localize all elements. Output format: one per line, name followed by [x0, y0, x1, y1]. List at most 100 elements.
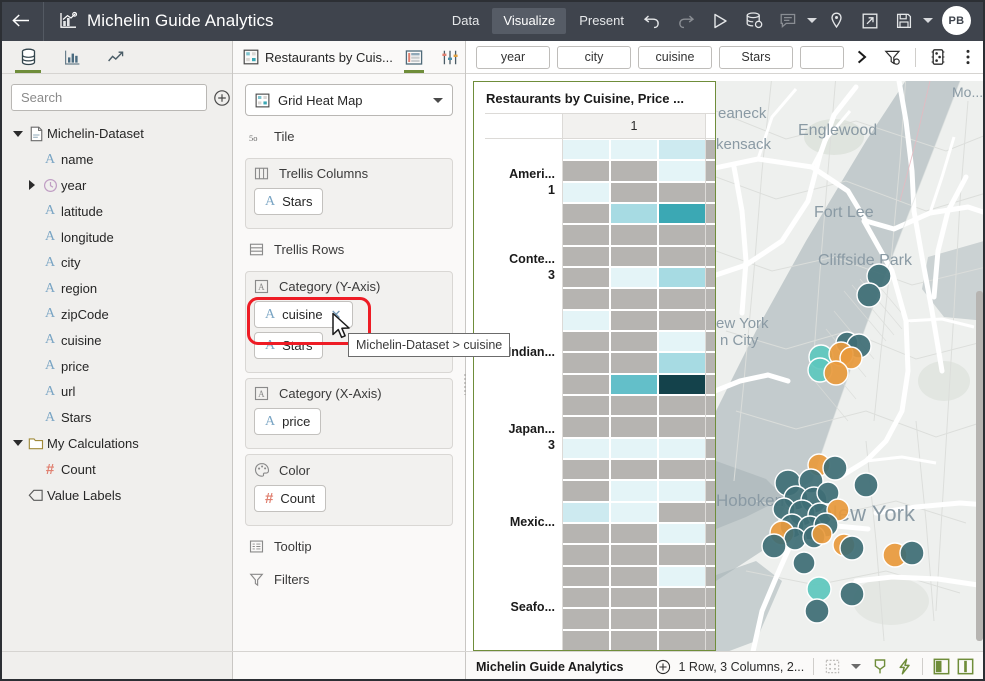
flash-button[interactable]: [892, 654, 916, 680]
menu-item-visualize[interactable]: Visualize: [492, 8, 566, 34]
heatmap-cell[interactable]: [611, 353, 657, 372]
add-page-button[interactable]: [652, 659, 674, 675]
heatmap-cell[interactable]: [563, 567, 609, 586]
heatmap-cell[interactable]: [563, 332, 609, 351]
heatmap-cell[interactable]: [611, 545, 657, 564]
map-tile[interactable]: Mo...eaneckEnglewoodkensackFort LeeCliff…: [716, 81, 985, 651]
clear-filters-button[interactable]: [881, 43, 904, 71]
heatmap-cell[interactable]: [611, 396, 657, 415]
comment-button[interactable]: [771, 5, 805, 37]
tree-item-latitude[interactable]: Alatitude: [1, 198, 232, 224]
heatmap-cell[interactable]: [659, 588, 705, 607]
shelf-pill-price[interactable]: Aprice: [254, 408, 321, 435]
back-button[interactable]: [0, 0, 44, 41]
heatmap-cell[interactable]: [611, 503, 657, 522]
heatmap-cell[interactable]: [659, 503, 705, 522]
tree-item-value-labels[interactable]: Value Labels: [1, 482, 232, 508]
heatmap-cell[interactable]: [611, 588, 657, 607]
tree-item-my-calculations[interactable]: My Calculations: [1, 431, 232, 457]
heatmap-cell[interactable]: [563, 311, 609, 330]
data-refresh-button[interactable]: [737, 5, 771, 37]
tree-item-price[interactable]: Aprice: [1, 353, 232, 379]
heatmap-cell[interactable]: [611, 225, 657, 244]
tree-item-stars[interactable]: AStars: [1, 405, 232, 431]
shelf-category-x-axis[interactable]: ACategory (X-Axis)Aprice: [245, 378, 453, 449]
map-data-point[interactable]: [762, 534, 786, 558]
chevron-down-icon[interactable]: [433, 98, 443, 103]
heatmap-cell[interactable]: [659, 524, 705, 543]
heatmap-grid[interactable]: [563, 139, 705, 650]
bookmark-button[interactable]: [819, 5, 853, 37]
add-data-button[interactable]: [213, 88, 231, 108]
heatmap-cell[interactable]: [659, 545, 705, 564]
map-data-point[interactable]: [807, 577, 831, 601]
remove-pill-icon[interactable]: ✕: [331, 307, 342, 323]
heatmap-cell[interactable]: [659, 481, 705, 500]
map-data-point[interactable]: [823, 456, 847, 480]
menu-item-data[interactable]: Data: [441, 8, 490, 34]
tree-item-city[interactable]: Acity: [1, 250, 232, 276]
shelf-color[interactable]: Color#Count: [245, 454, 453, 526]
right-panel-toggle-button[interactable]: [953, 654, 977, 680]
heatmap-cell[interactable]: [563, 204, 609, 223]
heatmap-cell[interactable]: [563, 631, 609, 650]
heatmap-cell[interactable]: [659, 417, 705, 436]
map-data-point[interactable]: [805, 599, 829, 623]
heatmap-cell[interactable]: [563, 524, 609, 543]
heatmap-cell[interactable]: [563, 268, 609, 287]
heatmap-cell[interactable]: [611, 247, 657, 266]
heatmap-cell[interactable]: [611, 268, 657, 287]
heatmap-cell[interactable]: [563, 289, 609, 308]
filter-chip-year[interactable]: year: [476, 46, 550, 69]
filter-chip-empty[interactable]: [800, 46, 844, 69]
heatmap-cell[interactable]: [659, 609, 705, 628]
map-data-point[interactable]: [840, 582, 864, 606]
map-overlay[interactable]: Mo...eaneckEnglewoodkensackFort LeeCliff…: [716, 81, 985, 651]
chevron-right-icon[interactable]: [25, 180, 39, 190]
heatmap-cell[interactable]: [563, 439, 609, 458]
undo-button[interactable]: [635, 5, 669, 37]
tree-item-region[interactable]: Aregion: [1, 276, 232, 302]
left-panel-toggle-button[interactable]: [929, 654, 953, 680]
map-data-point[interactable]: [840, 536, 864, 560]
save-button[interactable]: [887, 5, 921, 37]
viz-type-select[interactable]: Grid Heat Map: [245, 84, 453, 116]
heatmap-cell[interactable]: [563, 247, 609, 266]
map-data-point[interactable]: [812, 524, 832, 544]
sidebar-tab-data[interactable]: [9, 41, 47, 73]
map-scrollbar[interactable]: [976, 291, 983, 641]
more-options-button[interactable]: [956, 43, 979, 71]
search-input[interactable]: [11, 84, 207, 111]
map-data-point[interactable]: [793, 552, 815, 574]
tree-item-year[interactable]: year: [1, 173, 232, 199]
tree-item-count[interactable]: #Count: [1, 456, 232, 482]
heatmap-cell[interactable]: [659, 375, 705, 394]
map-data-point[interactable]: [854, 473, 878, 497]
grid-view-dropdown[interactable]: [844, 654, 868, 680]
heatmap-right-edge[interactable]: [705, 139, 715, 650]
save-dropdown[interactable]: [921, 5, 935, 37]
heatmap-cell[interactable]: [659, 460, 705, 479]
heatmap-cell[interactable]: [659, 332, 705, 351]
shelf-trellis-columns[interactable]: Trellis ColumnsAStars: [245, 158, 453, 229]
heatmap-cell[interactable]: [563, 545, 609, 564]
map-data-point[interactable]: [857, 283, 881, 307]
heatmap-cell[interactable]: [611, 375, 657, 394]
chevron-down-icon[interactable]: [11, 440, 25, 446]
heatmap-cell[interactable]: [611, 289, 657, 308]
tree-item-longitude[interactable]: Alongitude: [1, 224, 232, 250]
heatmap-cell[interactable]: [659, 396, 705, 415]
sidebar-tab-analytics[interactable]: [97, 41, 135, 73]
heatmap-cell[interactable]: [563, 481, 609, 500]
heatmap-cell[interactable]: [563, 375, 609, 394]
sidebar-tab-visualizations[interactable]: [53, 41, 91, 73]
heatmap-cell[interactable]: [611, 311, 657, 330]
tree-item-michelin-dataset[interactable]: Michelin-Dataset: [1, 121, 232, 147]
heatmap-cell[interactable]: [611, 439, 657, 458]
filter-chip-cuisine[interactable]: cuisine: [638, 46, 712, 69]
heatmap-cell[interactable]: [611, 631, 657, 650]
export-button[interactable]: [853, 5, 887, 37]
heatmap-cell[interactable]: [659, 183, 705, 202]
heatmap-cell[interactable]: [659, 311, 705, 330]
map-data-point[interactable]: [900, 541, 924, 565]
